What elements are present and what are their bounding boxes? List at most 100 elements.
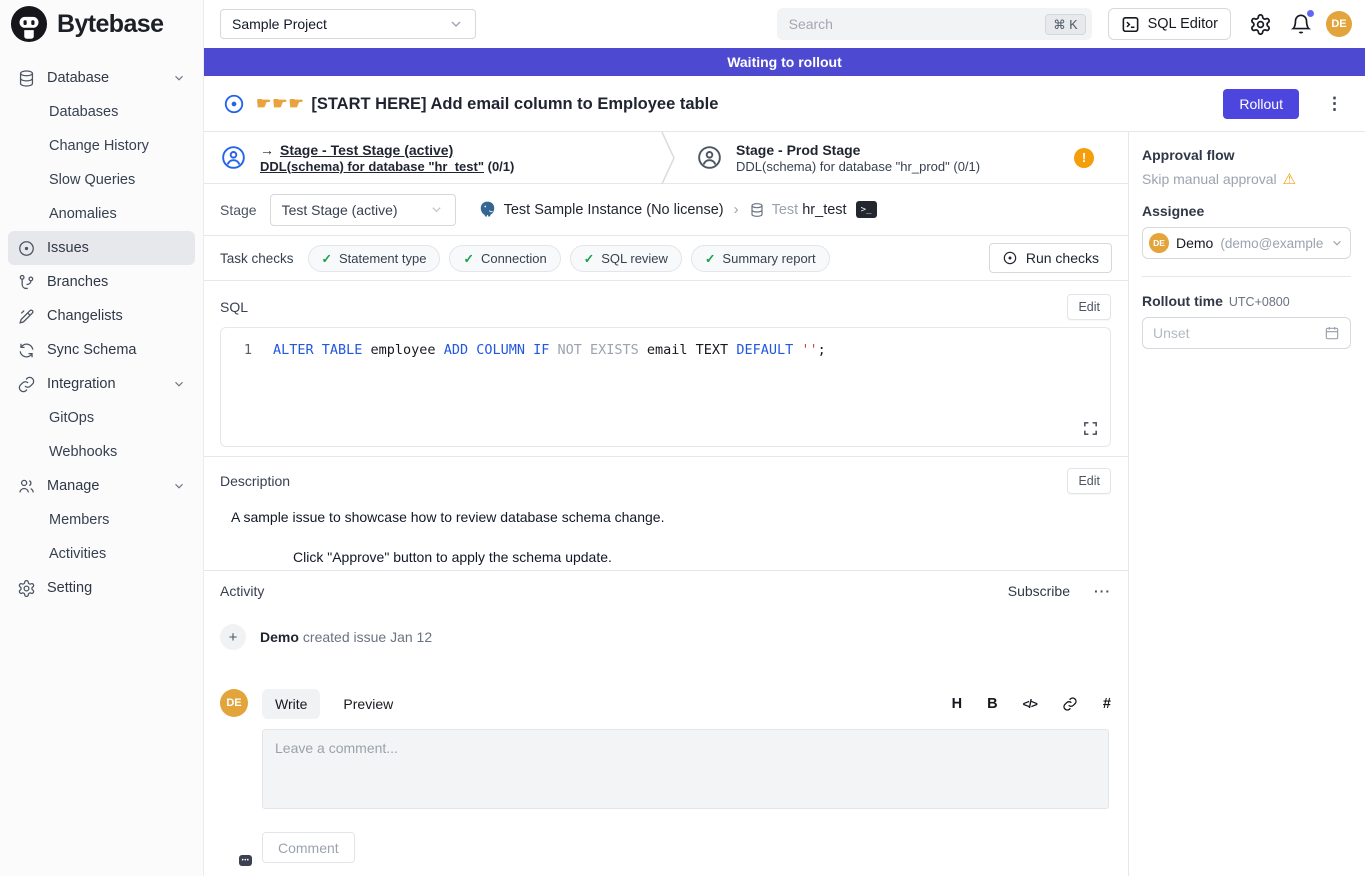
stage-select[interactable]: Test Stage (active): [270, 194, 456, 226]
brand-logo[interactable]: Bytebase: [0, 0, 203, 48]
search-input[interactable]: Search ⌘ K: [777, 8, 1092, 40]
database-name[interactable]: hr_test: [802, 202, 846, 218]
users-icon: [17, 477, 36, 496]
stage-title: Stage - Test Stage (active): [280, 142, 453, 158]
sidebar-item-integration[interactable]: Integration: [8, 367, 195, 401]
stage-card-prod[interactable]: Stage - Prod Stage DDL(schema) for datab…: [676, 132, 1128, 183]
chat-bubble-icon: •••: [239, 855, 252, 866]
stage-pipeline: →Stage - Test Stage (active) DDL(schema)…: [204, 132, 1128, 184]
comment-submit-button[interactable]: Comment: [262, 832, 355, 863]
description-line: Click "Approve" button to apply the sche…: [293, 549, 1111, 565]
sidebar-item-label: Change History: [49, 138, 149, 154]
tab-preview[interactable]: Preview: [330, 689, 406, 719]
settings-gear-button[interactable]: [1248, 12, 1272, 36]
sidebar-item-sync-schema[interactable]: Sync Schema: [8, 333, 195, 367]
check-success-icon: ✓: [705, 251, 715, 266]
chevron-down-icon: [172, 479, 186, 493]
activity-actor: Demo: [260, 629, 299, 645]
check-pill-statement-type[interactable]: ✓Statement type: [308, 245, 441, 272]
current-stage-arrow: →: [260, 142, 274, 158]
sidebar-item-webhooks[interactable]: Webhooks: [8, 435, 195, 469]
stage-task-count: (0/1): [953, 159, 980, 174]
sidebar-item-label: Manage: [47, 478, 99, 494]
sidebar-item-label: GitOps: [49, 410, 94, 426]
rollout-time-value: Unset: [1153, 325, 1190, 341]
notifications-bell-button[interactable]: [1289, 12, 1313, 36]
sidebar-item-change-history[interactable]: Change History: [8, 129, 195, 163]
stage-select-value: Test Stage (active): [282, 202, 398, 218]
tab-write[interactable]: Write: [262, 689, 320, 719]
description-edit-button[interactable]: Edit: [1067, 468, 1111, 494]
user-avatar[interactable]: DE: [1326, 11, 1352, 37]
sidebar-nav: Database Databases Change History Slow Q…: [0, 48, 203, 605]
assignee-select[interactable]: DE Demo (demo@example: [1142, 227, 1351, 259]
check-pill-sql-review[interactable]: ✓SQL review: [570, 245, 682, 272]
sidebar-item-changelists[interactable]: Changelists: [8, 299, 195, 333]
check-label: SQL review: [601, 251, 668, 266]
sidebar-item-setting[interactable]: Setting: [8, 571, 195, 605]
sidebar-item-label: Members: [49, 512, 109, 528]
pointing-hand-emoji: ☛☛☛: [256, 94, 305, 113]
project-select[interactable]: Sample Project: [220, 9, 476, 39]
comment-input[interactable]: [262, 729, 1109, 809]
activity-more-button[interactable]: ···: [1094, 583, 1111, 599]
chevron-down-icon: [1330, 236, 1344, 250]
changelist-icon: [17, 307, 36, 326]
stage-person-icon: [696, 144, 723, 171]
project-select-value: Sample Project: [232, 16, 327, 32]
sidebar-item-gitops[interactable]: GitOps: [8, 401, 195, 435]
topbar: Sample Project Search ⌘ K SQL Editor DE: [204, 0, 1365, 48]
instance-name[interactable]: Test Sample Instance (No license): [504, 202, 724, 218]
sidebar-item-manage[interactable]: Manage: [8, 469, 195, 503]
sidebar-item-members[interactable]: Members: [8, 503, 195, 537]
assignee-email: (demo@example: [1220, 236, 1323, 251]
rollout-button[interactable]: Rollout: [1223, 89, 1299, 119]
rollout-time-title: Rollout time: [1142, 293, 1223, 309]
sql-label: SQL: [220, 299, 248, 315]
check-pill-connection[interactable]: ✓Connection: [449, 245, 560, 272]
line-number: 1: [221, 342, 273, 359]
sidebar-item-activities[interactable]: Activities: [8, 537, 195, 571]
sidebar-item-anomalies[interactable]: Anomalies: [8, 197, 195, 231]
stage-label: Stage: [220, 202, 257, 218]
sql-editor-button[interactable]: SQL Editor: [1108, 8, 1231, 40]
link-tool-icon[interactable]: [1062, 696, 1078, 712]
activity-label: Activity: [220, 583, 264, 599]
hash-tool-icon[interactable]: #: [1103, 696, 1111, 712]
stage-warning-badge: !: [1074, 148, 1094, 168]
more-menu-kebab[interactable]: ⋮: [1326, 95, 1343, 112]
sidebar-item-label: Setting: [47, 580, 92, 596]
activity-item: + Democreated issue Jan 12: [220, 624, 1111, 650]
sidebar-item-label: Activities: [49, 546, 106, 562]
heading-tool-icon[interactable]: H: [952, 696, 962, 712]
description-line: A sample issue to showcase how to review…: [231, 509, 1111, 525]
check-pill-summary-report[interactable]: ✓Summary report: [691, 245, 830, 272]
bytebase-app: Bytebase Database Databases Change Histo…: [0, 0, 1365, 876]
sync-icon: [17, 341, 36, 360]
assignee-avatar: DE: [1149, 233, 1169, 253]
branch-icon: [17, 273, 36, 292]
bold-tool-icon[interactable]: B: [987, 696, 997, 712]
sql-code-block[interactable]: 1 ALTER TABLE employee ADD COLUMN IF NOT…: [220, 327, 1111, 447]
sidebar-item-slow-queries[interactable]: Slow Queries: [8, 163, 195, 197]
database-breadcrumb: Test Sample Instance (No license) › Test…: [478, 200, 877, 219]
check-label: Statement type: [339, 251, 426, 266]
sidebar-item-branches[interactable]: Branches: [8, 265, 195, 299]
rollout-time-picker[interactable]: Unset: [1142, 317, 1351, 349]
sidebar-item-issues[interactable]: Issues: [8, 231, 195, 265]
activity-action: created issue Jan 12: [303, 629, 432, 645]
sidebar-item-label: Integration: [47, 376, 116, 392]
subscribe-button[interactable]: Subscribe: [1008, 583, 1070, 599]
issue-title-text: [START HERE] Add email column to Employe…: [311, 95, 718, 113]
sidebar-item-label: Changelists: [47, 308, 123, 324]
expand-fullscreen-icon[interactable]: [1082, 420, 1099, 437]
open-sql-editor-icon[interactable]: >_: [856, 201, 877, 218]
code-tool-icon[interactable]: </>: [1023, 697, 1037, 711]
description-section: Description Edit A sample issue to showc…: [204, 457, 1128, 571]
sidebar-item-database[interactable]: Database: [8, 61, 195, 95]
stage-card-test[interactable]: →Stage - Test Stage (active) DDL(schema)…: [204, 132, 660, 183]
task-checks-row: Task checks ✓Statement type ✓Connection …: [204, 236, 1128, 281]
sql-edit-button[interactable]: Edit: [1067, 294, 1111, 320]
sidebar-item-databases[interactable]: Databases: [8, 95, 195, 129]
run-checks-button[interactable]: Run checks: [989, 243, 1112, 273]
